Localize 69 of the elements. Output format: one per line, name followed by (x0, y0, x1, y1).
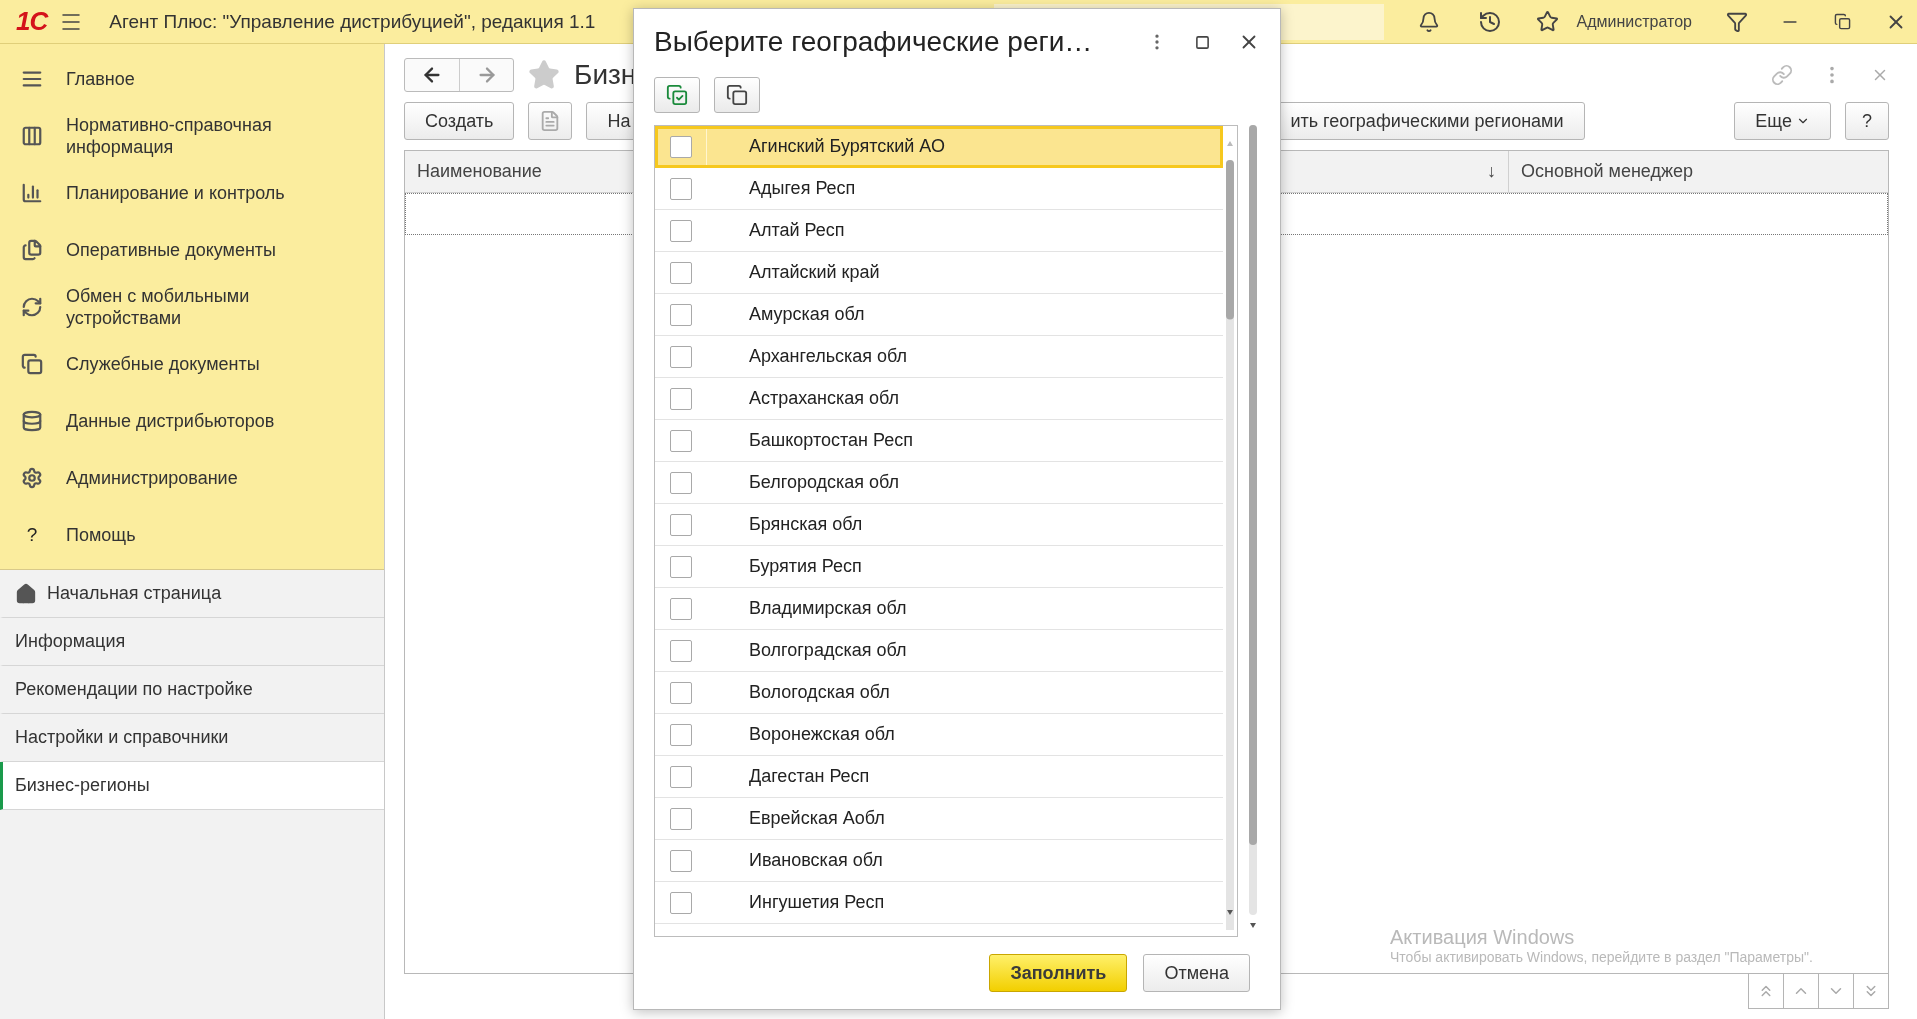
sidebar-section[interactable]: Данные дистрибьюторов (0, 392, 384, 449)
checkbox[interactable] (669, 513, 692, 536)
checkbox[interactable] (669, 765, 692, 788)
history-icon[interactable] (1477, 9, 1502, 34)
first-page-button[interactable] (1748, 973, 1784, 1009)
star-icon[interactable] (528, 59, 560, 91)
copies-icon (726, 84, 748, 106)
star-icon[interactable] (1535, 10, 1559, 33)
more-button[interactable]: Еще (1734, 102, 1831, 140)
sidebar-section[interactable]: Служебные документы (0, 335, 384, 392)
sidebar-item[interactable]: Бизнес-регионы (0, 762, 384, 810)
activation-title: Активация Windows (1390, 926, 1576, 949)
refresh-icon (20, 295, 44, 318)
documents-icon (20, 238, 44, 261)
link-icon[interactable] (1771, 64, 1793, 86)
checkbox[interactable] (669, 345, 692, 368)
sidebar-section[interactable]: Планирование и контроль (0, 164, 384, 221)
database-icon (20, 409, 44, 432)
cancel-button[interactable]: Отмена (1143, 954, 1250, 992)
settings-icon (20, 466, 44, 489)
checkbox[interactable] (669, 597, 692, 620)
last-page-button[interactable] (1853, 973, 1889, 1009)
checked-copies-icon (666, 84, 688, 106)
checkbox[interactable] (669, 681, 692, 704)
checkbox[interactable] (669, 429, 692, 452)
app-title: Агент Плюс: "Управление дистрибуцией", редакция 1.1 (109, 10, 596, 33)
uncheck-all-button[interactable] (714, 77, 760, 113)
column-header[interactable]: Основной менеджер (1521, 161, 1694, 182)
bar-chart-icon (20, 181, 44, 204)
app-logo: 1С (16, 6, 48, 37)
restore-icon[interactable] (1834, 13, 1851, 30)
checkbox[interactable] (669, 723, 692, 746)
sidebar-section[interactable]: Оперативные документы (0, 221, 384, 278)
sidebar-section[interactable]: Главное (0, 50, 384, 107)
add-file-button[interactable] (528, 102, 573, 140)
help-button[interactable]: ? (1845, 102, 1889, 140)
checkbox[interactable] (669, 303, 692, 326)
columns-icon (20, 124, 44, 147)
checkbox[interactable] (669, 135, 692, 158)
sidebar-section[interactable]: Администрирование (0, 449, 384, 506)
check-all-button[interactable] (654, 77, 700, 113)
dialog-title: Выберите географические реги… (654, 26, 1094, 58)
list-row[interactable]: Агинский Бурятский АО (655, 126, 1223, 168)
checkbox[interactable] (669, 807, 692, 830)
sort-glyph: ↓ (1487, 161, 1496, 182)
checkbox[interactable] (669, 849, 692, 872)
filter-icon[interactable] (1726, 10, 1748, 33)
home-icon (15, 582, 37, 605)
checkbox[interactable] (669, 387, 692, 410)
checkbox[interactable] (669, 891, 692, 914)
help-glyph: ? (25, 523, 39, 546)
form-title: Бизн (574, 59, 637, 91)
sidebar-section[interactable]: Обмен с мобильными устройствами (0, 278, 384, 335)
activation-text: Чтобы активировать Windows, перейдите в раздел "Параметры". (1390, 949, 1813, 965)
checkbox[interactable] (669, 261, 692, 284)
copy-icon (20, 352, 44, 375)
checkbox[interactable] (669, 471, 692, 494)
fill-button[interactable]: Заполнить (989, 954, 1128, 992)
checkbox[interactable] (669, 177, 692, 200)
sidebar-section[interactable]: Нормативно-справочная информация (0, 107, 384, 164)
checkbox[interactable] (669, 639, 692, 662)
sidebar-section[interactable]: ? Помощь (0, 506, 384, 563)
create-button[interactable]: Создать (404, 102, 515, 140)
maximize-icon[interactable] (1195, 34, 1210, 50)
checkbox[interactable] (669, 219, 692, 242)
checkbox[interactable] (669, 555, 692, 578)
bell-icon[interactable] (1417, 10, 1440, 33)
column-header[interactable]: Наименование (417, 161, 542, 182)
user-name[interactable]: Администратор (1576, 12, 1692, 31)
